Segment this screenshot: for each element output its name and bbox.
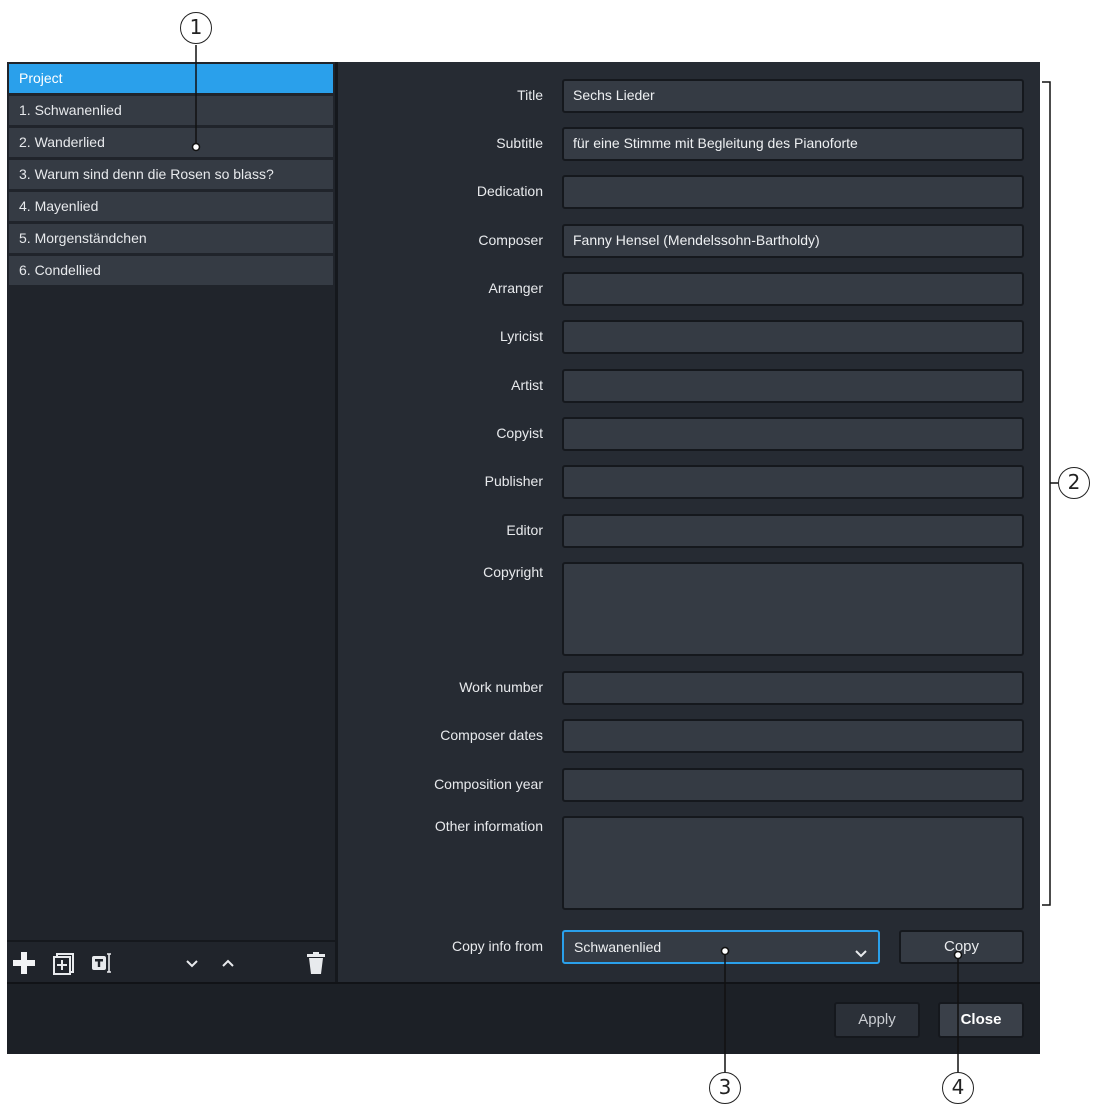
composer-label: Composer [478, 232, 543, 248]
lyricist-label: Lyricist [499, 328, 543, 344]
composer-dates-field[interactable] [562, 719, 1024, 753]
subtitle-label: Subtitle [496, 135, 543, 151]
copyist-field[interactable] [562, 417, 1024, 451]
publisher-field[interactable] [562, 465, 1024, 499]
publisher-label: Publisher [484, 473, 543, 489]
composer-dates-label: Composer dates [440, 727, 543, 743]
copyright-field[interactable] [562, 562, 1024, 656]
flow-item-1[interactable]: 1. Schwanenlied [9, 96, 333, 125]
move-down-icon[interactable] [179, 950, 205, 976]
work-number-field[interactable] [562, 671, 1024, 705]
callout-4: 4 [942, 1072, 974, 1104]
dedication-field[interactable] [562, 175, 1024, 209]
flow-item-project[interactable]: Project [9, 64, 333, 93]
subtitle-field[interactable]: für eine Stimme mit Begleitung des Piano… [562, 127, 1024, 161]
move-up-icon[interactable] [215, 950, 241, 976]
composition-year-label: Composition year [434, 776, 543, 792]
project-info-dialog: Project 1. Schwanenlied 2. Wanderlied 3.… [7, 62, 1040, 1054]
copy-info-from-select[interactable]: Schwanenlied [562, 930, 880, 964]
add-icon[interactable] [11, 950, 37, 976]
copyright-label: Copyright [483, 564, 543, 580]
flow-item-5[interactable]: 5. Morgenständchen [9, 224, 333, 253]
flow-item-3[interactable]: 3. Warum sind denn die Rosen so blass? [9, 160, 333, 189]
artist-label: Artist [511, 377, 543, 393]
dialog-footer: Apply Close [7, 982, 1040, 1054]
callout-2: 2 [1058, 467, 1090, 499]
other-information-label: Other information [434, 818, 543, 834]
composition-year-field[interactable] [562, 768, 1024, 802]
dedication-label: Dedication [476, 183, 543, 199]
copy-info-from-value: Schwanenlied [574, 939, 662, 955]
delete-icon[interactable] [303, 950, 329, 976]
flow-list: Project 1. Schwanenlied 2. Wanderlied 3.… [9, 64, 333, 288]
flows-toolbar [7, 940, 335, 984]
arranger-field[interactable] [562, 272, 1024, 306]
title-icon[interactable] [89, 950, 115, 976]
lyricist-field[interactable] [562, 320, 1024, 354]
flow-item-4[interactable]: 4. Mayenlied [9, 192, 333, 221]
callout-3: 3 [709, 1072, 741, 1104]
copy-info-from-label: Copy info from [451, 938, 543, 954]
copyist-label: Copyist [496, 425, 543, 441]
flow-item-6[interactable]: 6. Condellied [9, 256, 333, 285]
project-info-fields: Title Sechs Lieder Subtitle für eine Sti… [338, 62, 1040, 982]
other-information-field[interactable] [562, 816, 1024, 910]
callout-1: 1 [180, 12, 212, 44]
apply-button[interactable]: Apply [834, 1002, 920, 1038]
title-label: Title [517, 87, 543, 103]
composer-field[interactable]: Fanny Hensel (Mendelssohn-Bartholdy) [562, 224, 1024, 258]
close-button[interactable]: Close [938, 1002, 1024, 1038]
copy-button[interactable]: Copy [899, 930, 1024, 964]
editor-field[interactable] [562, 514, 1024, 548]
chevron-down-icon [854, 941, 868, 958]
artist-field[interactable] [562, 369, 1024, 403]
editor-label: Editor [506, 522, 543, 538]
work-number-label: Work number [459, 679, 543, 695]
add-flow-icon[interactable] [51, 950, 77, 976]
title-field[interactable]: Sechs Lieder [562, 79, 1024, 113]
flow-item-2[interactable]: 2. Wanderlied [9, 128, 333, 157]
arranger-label: Arranger [488, 280, 543, 296]
flows-panel: Project 1. Schwanenlied 2. Wanderlied 3.… [7, 62, 338, 984]
